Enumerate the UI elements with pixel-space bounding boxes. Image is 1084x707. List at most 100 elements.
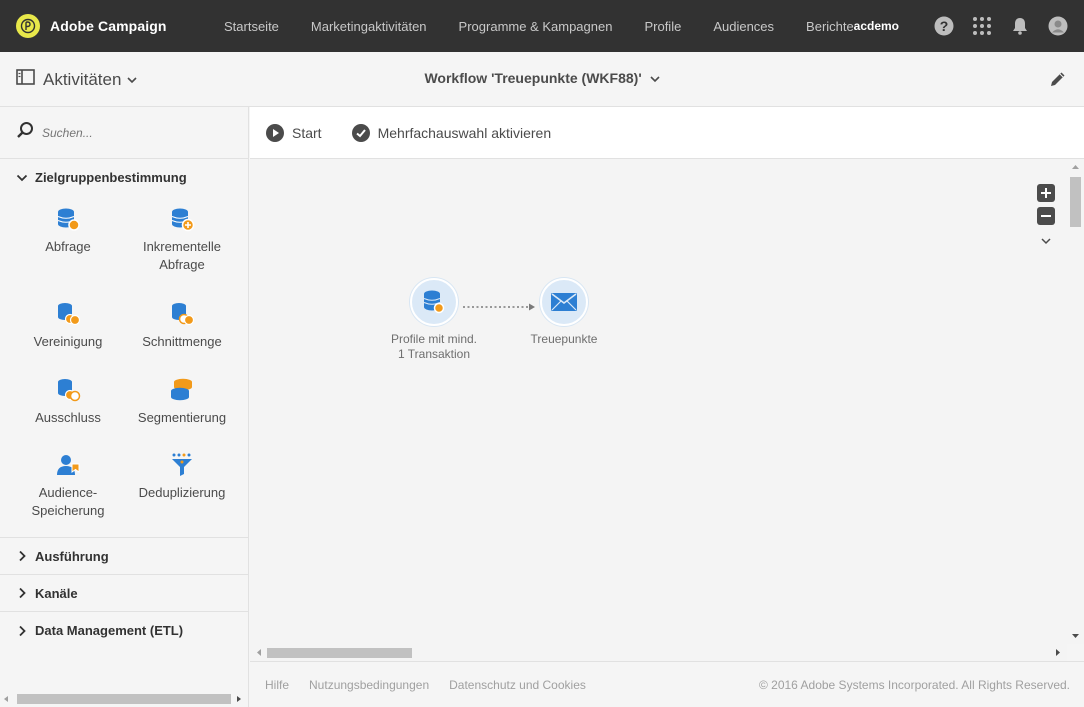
user-avatar-icon[interactable]: [1048, 16, 1068, 36]
save-audience-icon: [57, 454, 80, 475]
section-channels-label: Kanäle: [35, 585, 78, 601]
svg-text:?: ?: [940, 18, 949, 34]
chevron-down-icon: [16, 174, 28, 181]
plus-icon: [1041, 188, 1051, 198]
minus-icon: [1041, 215, 1051, 217]
nav-item-audiences[interactable]: Audiences: [713, 19, 774, 34]
brand-name: Adobe Campaign: [50, 18, 167, 34]
activity-query-label: Abfrage: [45, 239, 91, 254]
play-icon: [266, 123, 284, 142]
copyright: © 2016 Adobe Systems Incorporated. All R…: [758, 677, 1070, 692]
sidebar-horizontal-scrollbar[interactable]: [0, 691, 249, 707]
section-execution-label: Ausführung: [35, 548, 109, 564]
activity-exclusion[interactable]: Ausschluss: [11, 367, 125, 441]
node-email-label: Treuepunkte: [530, 332, 598, 346]
scroll-down-arrow-icon[interactable]: [1071, 633, 1080, 640]
footer-link-privacy[interactable]: Datenschutz und Cookies: [449, 678, 586, 692]
activity-intersection-label: Schnittmenge: [142, 334, 222, 350]
multiselect-button[interactable]: Mehrfachauswahl aktivieren: [351, 123, 552, 142]
multiselect-button-label: Mehrfachauswahl aktivieren: [377, 124, 552, 141]
top-navbar: Adobe Campaign Startseite Marketingaktiv…: [0, 0, 1084, 52]
check-circle-icon: [351, 123, 370, 142]
search-input[interactable]: [42, 125, 222, 140]
bell-icon[interactable]: [1010, 16, 1030, 36]
activity-save-audience[interactable]: Audience-Speicherung: [11, 442, 125, 536]
section-data-management-label: Data Management (ETL): [35, 623, 184, 638]
activity-union[interactable]: Vereinigung: [11, 291, 125, 365]
zoom-out-button[interactable]: [1037, 207, 1055, 225]
vertical-scroll-thumb[interactable]: [1070, 177, 1081, 227]
union-icon: [58, 303, 81, 326]
zoom-controls: [1036, 184, 1056, 250]
scroll-left-arrow-icon[interactable]: [255, 648, 262, 657]
activities-sidebar: Zielgruppenbestimmung Abfrage Inkremente…: [0, 107, 249, 707]
footer-link-terms[interactable]: Nutzungsbedingungen: [309, 678, 429, 692]
start-button-label: Start: [292, 124, 322, 141]
activity-intersection[interactable]: Schnittmenge: [125, 291, 239, 365]
database-icon: [423, 290, 445, 314]
nav-item-home[interactable]: Startseite: [224, 19, 279, 34]
activity-grid: Abfrage Inkrementelle Abfrage Vereinigun…: [0, 196, 248, 538]
help-icon[interactable]: ?: [934, 16, 954, 36]
canvas-horizontal-scrollbar[interactable]: [250, 644, 1067, 661]
footer: Hilfe Nutzungsbedingungen Datenschutz un…: [250, 661, 1084, 707]
envelope-icon: [551, 293, 577, 311]
activity-incremental-query[interactable]: Inkrementelle Abfrage: [125, 196, 239, 290]
workflow-canvas[interactable]: Profile mit mind. 1 Transaktion Treuepun…: [250, 159, 1067, 644]
database-icon: [57, 208, 80, 231]
chevron-down-icon[interactable]: [1040, 232, 1052, 250]
scroll-right-arrow-icon[interactable]: [1055, 648, 1062, 657]
pencil-icon[interactable]: [1048, 69, 1068, 89]
scroll-up-arrow-icon[interactable]: [1071, 163, 1080, 170]
footer-link-help[interactable]: Hilfe: [265, 678, 289, 692]
workflow-node-query[interactable]: Profile mit mind. 1 Transaktion: [389, 278, 479, 362]
nav-item-marketing-activities[interactable]: Marketingaktivitäten: [311, 19, 427, 34]
workflow-header: Aktivitäten Workflow 'Treuepunkte (WKF88…: [0, 52, 1084, 107]
incremental-database-icon: [171, 208, 195, 232]
chevron-right-icon: [19, 587, 26, 599]
section-data-management[interactable]: Data Management (ETL): [0, 612, 248, 649]
chevron-right-icon: [19, 550, 26, 562]
node-query-label: Profile mit mind. 1 Transaktion: [390, 332, 478, 361]
activity-deduplication-label: Deduplizierung: [138, 484, 226, 500]
deduplication-funnel-icon: [172, 453, 192, 476]
workflow-title-text: Workflow 'Treuepunkte (WKF88)': [424, 70, 642, 86]
workflow-title[interactable]: Workflow 'Treuepunkte (WKF88)': [0, 70, 1084, 86]
nav-item-programs-campaigns[interactable]: Programme & Kampagnen: [459, 19, 613, 34]
user-name[interactable]: acdemo: [854, 19, 899, 33]
activity-segmentation[interactable]: Segmentierung: [125, 367, 239, 441]
activity-deduplication[interactable]: Deduplizierung: [125, 442, 239, 536]
chevron-down-icon: [649, 70, 660, 86]
node-circle: [540, 278, 588, 326]
activity-save-audience-label: Audience-Speicherung: [31, 484, 105, 518]
canvas-toolbar: Start Mehrfachauswahl aktivieren: [250, 107, 1084, 159]
nav-item-reports[interactable]: Berichte: [806, 19, 854, 34]
zoom-in-button[interactable]: [1037, 184, 1055, 202]
chevron-right-icon: [19, 625, 26, 636]
activity-segmentation-label: Segmentierung: [137, 409, 227, 425]
segmentation-icon: [171, 378, 192, 400]
main-nav: Startseite Marketingaktivitäten Programm…: [224, 19, 886, 34]
section-targeting[interactable]: Zielgruppenbestimmung: [0, 159, 248, 196]
node-circle: [410, 278, 458, 326]
section-targeting-label: Zielgruppenbestimmung: [35, 170, 187, 185]
start-button[interactable]: Start: [266, 123, 322, 142]
nav-item-profiles[interactable]: Profile: [644, 19, 681, 34]
brand[interactable]: Adobe Campaign: [16, 14, 216, 38]
activity-exclusion-label: Ausschluss: [35, 409, 101, 425]
search-icon: [16, 121, 34, 144]
adobe-campaign-logo-icon: [16, 14, 40, 38]
search-row: [0, 107, 248, 159]
workflow-node-email[interactable]: Treuepunkte: [519, 278, 609, 347]
apps-grid-icon[interactable]: [972, 16, 992, 36]
top-right-controls: acdemo ?: [854, 0, 1068, 52]
horizontal-scroll-thumb[interactable]: [267, 648, 412, 658]
intersection-icon: [172, 303, 195, 326]
exclusion-icon: [58, 378, 81, 401]
activity-incremental-query-label: Inkrementelle Abfrage: [142, 239, 222, 272]
canvas-vertical-scrollbar[interactable]: [1067, 159, 1084, 644]
section-channels[interactable]: Kanäle: [0, 575, 248, 612]
activity-union-label: Vereinigung: [33, 334, 103, 350]
section-execution[interactable]: Ausführung: [0, 538, 248, 575]
activity-query[interactable]: Abfrage: [11, 196, 125, 290]
